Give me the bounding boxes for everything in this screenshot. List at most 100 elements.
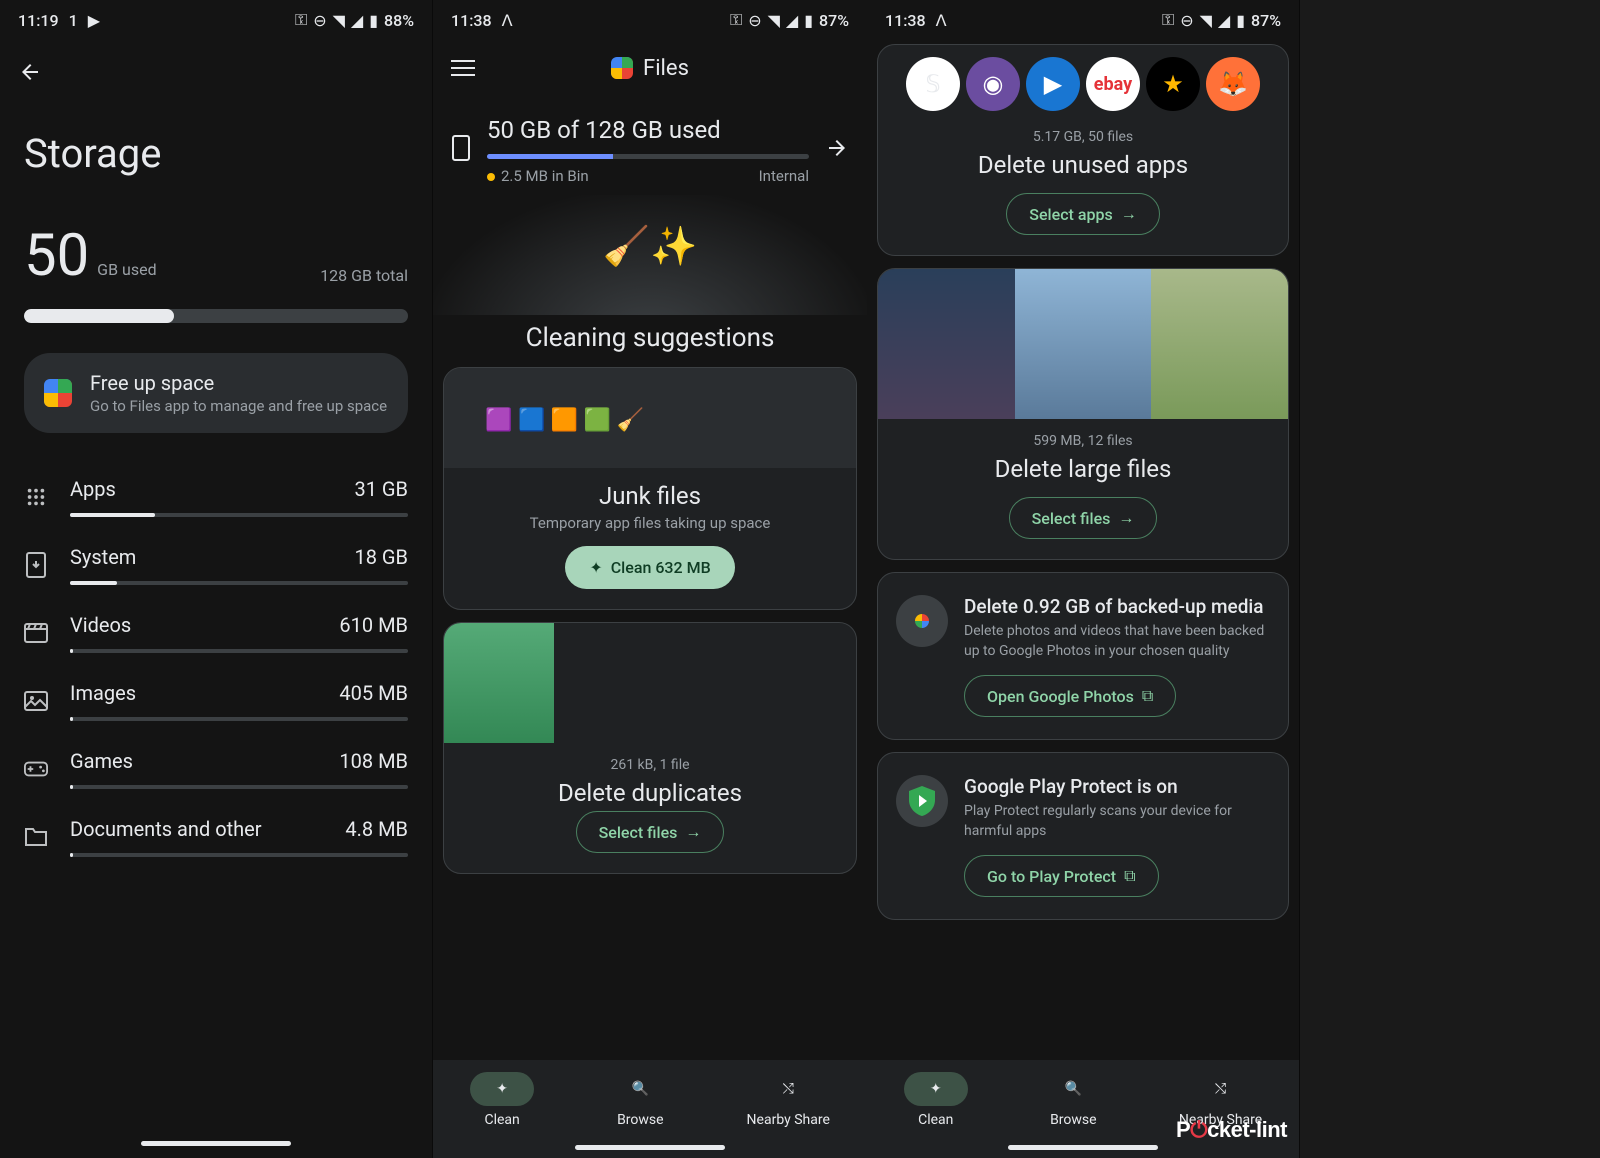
nav-browse[interactable]: 🔍 Browse <box>1041 1072 1105 1128</box>
pocket-lint-watermark: P⏻cket-lint <box>1176 1117 1287 1143</box>
category-name: System <box>70 545 136 569</box>
usage-total: 128 GB total <box>320 266 408 285</box>
menu-button[interactable] <box>451 55 475 81</box>
category-size: 31 GB <box>354 477 408 501</box>
status-time: 11:19 <box>18 11 59 30</box>
status-bar: 11:19 1 ▶ ⚿ ⊖ ◥ ◢ ▮ 88% <box>0 0 432 40</box>
play-protect-title: Google Play Protect is on <box>964 775 1270 798</box>
key-icon: ⚿ <box>730 10 742 30</box>
category-size: 405 MB <box>339 681 408 705</box>
arrow-right-icon[interactable] <box>825 136 849 166</box>
app-icon: ★ <box>1146 57 1200 111</box>
category-games[interactable]: Games 108 MB <box>24 735 408 803</box>
sparkle-icon: ✦ <box>589 558 602 577</box>
category-name: Games <box>70 749 133 773</box>
backed-up-subtitle: Delete photos and videos that have been … <box>964 622 1270 661</box>
unused-app-icons: 𝕊 ◉ ▶ ebay ★ 🦊 <box>878 45 1288 115</box>
unused-apps-info: 5.17 GB, 50 files <box>896 129 1270 145</box>
folder-icon <box>24 825 48 849</box>
bottom-nav: ✦ Clean 🔍 Browse ⤭ Nearby Share <box>867 1060 1299 1158</box>
large-file-thumb <box>878 269 1015 419</box>
nav-clean[interactable]: ✦ Clean <box>470 1072 534 1128</box>
key-icon: ⚿ <box>1162 10 1174 30</box>
storage-bar <box>24 309 408 323</box>
junk-files-card: 🟪 🟦 🟧 🟩 🧹 Junk files Temporary app files… <box>443 367 857 610</box>
sparkle-icon: ✦ <box>496 1081 508 1097</box>
battery-pct: 87% <box>1251 11 1281 30</box>
notification-icon: ᐱ <box>936 11 947 30</box>
backed-up-media-card: Delete 0.92 GB of backed-up media Delete… <box>877 572 1289 740</box>
free-up-space-card[interactable]: Free up space Go to Files app to manage … <box>24 353 408 433</box>
arrow-right-icon: → <box>1118 508 1134 528</box>
files-header: Files <box>433 40 867 96</box>
select-duplicates-button[interactable]: Select files → <box>576 811 725 853</box>
category-movie[interactable]: Videos610 MB <box>24 599 408 667</box>
app-icon: ◉ <box>966 57 1020 111</box>
large-file-thumbnails <box>878 269 1288 419</box>
signal-icon: ◢ <box>1218 11 1230 30</box>
category-name: Videos <box>70 613 131 637</box>
category-image[interactable]: Images 405 MB <box>24 667 408 735</box>
nav-nearby-share[interactable]: ⤭ Nearby Share <box>747 1072 830 1128</box>
select-apps-button[interactable]: Select apps → <box>1006 193 1159 235</box>
storage-settings-screen: 11:19 1 ▶ ⚿ ⊖ ◥ ◢ ▮ 88% Storage 50 GB us… <box>0 0 433 1158</box>
category-apps[interactable]: Apps 31 GB <box>24 463 408 531</box>
status-time: 11:38 <box>885 11 926 30</box>
youtube-icon: ▶ <box>88 11 100 30</box>
category-folder[interactable]: Documents and other 4.8 MB <box>24 803 408 871</box>
category-name: Apps <box>70 477 116 501</box>
open-external-icon: ⧉ <box>1142 686 1153 706</box>
folder-search-icon: 🔍 <box>632 1081 649 1097</box>
clean-junk-button[interactable]: ✦ Clean 632 MB <box>565 546 734 589</box>
unused-apps-card: 𝕊 ◉ ▶ ebay ★ 🦊 5.17 GB, 50 files Delete … <box>877 44 1289 256</box>
nav-browse[interactable]: 🔍 Browse <box>608 1072 672 1128</box>
open-google-photos-button[interactable]: Open Google Photos ⧉ <box>964 675 1176 717</box>
nav-clean[interactable]: ✦ Clean <box>904 1072 968 1128</box>
cleaning-suggestions-title: Cleaning suggestions <box>433 315 867 367</box>
go-to-play-protect-button[interactable]: Go to Play Protect ⧉ <box>964 855 1159 897</box>
nearby-share-icon: ⤭ <box>1215 1081 1226 1097</box>
dnd-icon: ⊖ <box>313 11 326 30</box>
games-icon <box>24 757 48 781</box>
mascot-illustration: 🧹✨ <box>433 195 867 315</box>
google-photos-icon <box>896 595 948 647</box>
duplicates-title: Delete duplicates <box>462 779 838 807</box>
unused-apps-title: Delete unused apps <box>896 151 1270 179</box>
junk-title: Junk files <box>462 482 838 510</box>
category-name: Images <box>70 681 136 705</box>
large-files-info: 599 MB, 12 files <box>896 433 1270 449</box>
shield-icon <box>896 775 948 827</box>
app-icon: 🦊 <box>1206 57 1260 111</box>
app-icon: 𝕊 <box>906 57 960 111</box>
duplicate-thumb <box>444 623 554 743</box>
usage-value: 50 <box>24 222 89 290</box>
large-file-thumb <box>1015 269 1152 419</box>
files-app-icon <box>44 379 72 407</box>
dnd-icon: ⊖ <box>748 11 761 30</box>
category-system[interactable]: System18 GB <box>24 531 408 599</box>
battery-icon: ▮ <box>369 11 378 30</box>
wifi-icon: ◥ <box>768 11 780 30</box>
free-up-title: Free up space <box>90 371 387 395</box>
free-up-subtitle: Go to Files app to manage and free up sp… <box>90 397 387 415</box>
category-name: Documents and other <box>70 817 262 841</box>
usage-label: GB used <box>97 260 156 279</box>
dnd-icon: ⊖ <box>1180 11 1193 30</box>
category-size: 108 MB <box>339 749 408 773</box>
arrow-right-icon: → <box>1121 204 1137 224</box>
storage-summary-row[interactable]: 50 GB of 128 GB used 2.5 MB in Bin Inter… <box>433 96 867 195</box>
play-protect-card: Google Play Protect is on Play Protect r… <box>877 752 1289 920</box>
junk-subtitle: Temporary app files taking up space <box>462 514 838 532</box>
wifi-icon: ◥ <box>333 11 345 30</box>
app-title: Files <box>643 56 689 81</box>
apps-icon <box>24 485 48 509</box>
key-icon: ⚿ <box>295 10 307 30</box>
page-title: Storage <box>0 100 432 227</box>
status-bar: 11:38 ᐱ ⚿ ⊖ ◥ ◢ ▮ 87% <box>433 0 867 40</box>
files-clean-screen: 11:38 ᐱ ⚿ ⊖ ◥ ◢ ▮ 87% Files 50 GB of 128… <box>433 0 867 1158</box>
status-bar: 11:38 ᐱ ⚿ ⊖ ◥ ◢ ▮ 87% <box>867 0 1299 40</box>
arrow-right-icon: → <box>685 822 701 842</box>
category-size: 4.8 MB <box>345 817 408 841</box>
select-large-files-button[interactable]: Select files → <box>1009 497 1158 539</box>
back-button[interactable] <box>0 40 432 100</box>
